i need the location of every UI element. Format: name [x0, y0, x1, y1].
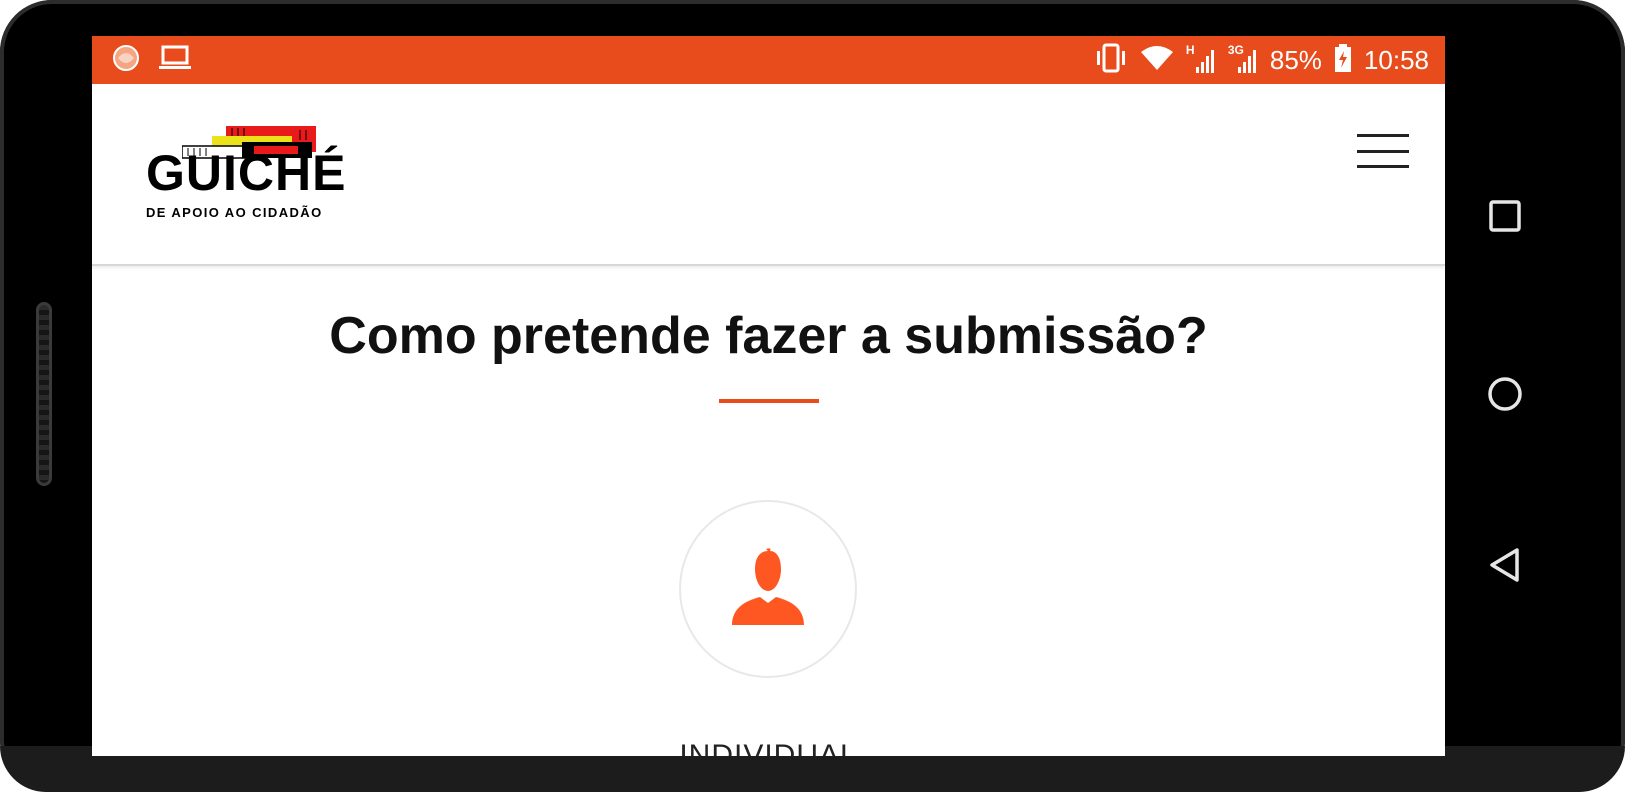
logo[interactable]: GUICHÉ DE APOIO AO CIDADÃO: [142, 126, 352, 226]
screen: H 3G 85% 10:58 GUICHÉ DE APOIO AO CIDADÃ…: [92, 36, 1445, 756]
individual-option-button[interactable]: [679, 500, 857, 678]
wifi-icon: [1140, 44, 1174, 76]
notification-app-icon: [112, 44, 140, 76]
signal-h-icon: H: [1186, 43, 1216, 75]
menu-line-icon: [1357, 165, 1409, 168]
title-underline: [719, 399, 819, 403]
device-frame: H 3G 85% 10:58 GUICHÉ DE APOIO AO CIDADÃ…: [0, 0, 1625, 792]
circle-icon: [1488, 377, 1522, 411]
battery-charging-icon: [1334, 43, 1352, 77]
person-icon: [730, 547, 806, 631]
status-bar: H 3G 85% 10:58: [92, 36, 1445, 84]
vibrate-icon: [1094, 43, 1128, 77]
page-title: Como pretende fazer a submissão?: [329, 307, 1208, 365]
home-button[interactable]: [1487, 376, 1523, 412]
app-header: GUICHÉ DE APOIO AO CIDADÃO: [92, 84, 1445, 266]
menu-line-icon: [1357, 134, 1409, 137]
square-icon: [1489, 200, 1521, 232]
clock: 10:58: [1363, 44, 1429, 75]
recent-apps-button[interactable]: [1487, 198, 1523, 234]
logo-subtitle: DE APOIO AO CIDADÃO: [146, 205, 323, 220]
device-side-button: [36, 302, 52, 486]
signal-3g-icon: 3G: [1228, 43, 1258, 75]
triangle-back-icon: [1490, 548, 1519, 582]
laptop-icon: [158, 44, 192, 76]
hamburger-menu-button[interactable]: [1357, 134, 1409, 168]
individual-option-label[interactable]: INDIVIDUAL: [92, 739, 1445, 756]
menu-line-icon: [1357, 149, 1409, 153]
back-button[interactable]: [1487, 547, 1523, 583]
logo-title: GUICHÉ: [146, 145, 347, 201]
android-nav-bar: [1445, 36, 1625, 756]
battery-percent: 85%: [1269, 44, 1322, 75]
